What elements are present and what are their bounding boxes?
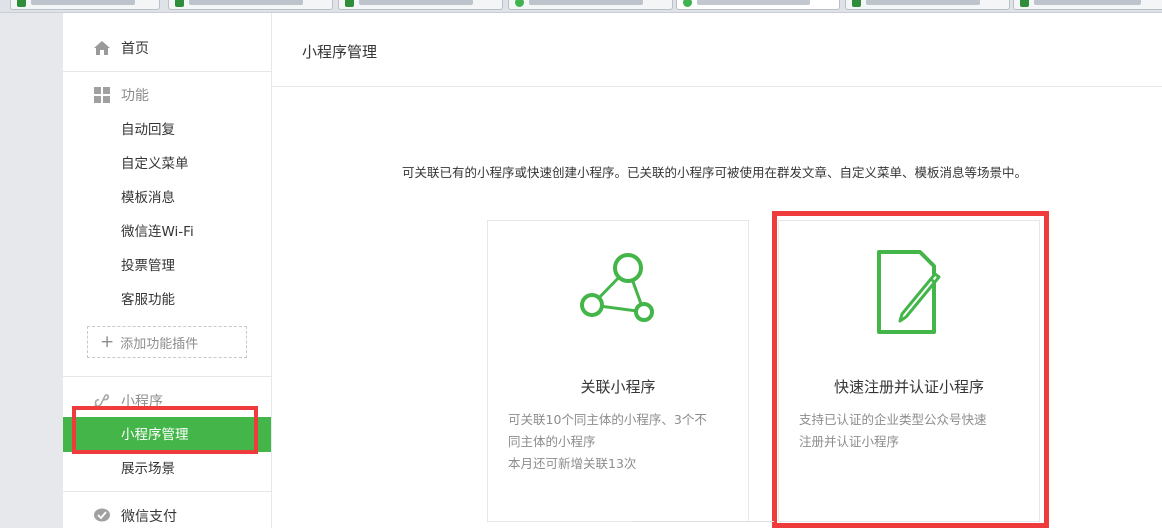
grid-icon xyxy=(94,87,110,103)
card-title: 关联小程序 xyxy=(580,378,656,396)
plus-icon: + xyxy=(100,331,115,352)
home-icon xyxy=(94,41,110,55)
title-divider xyxy=(272,86,1162,87)
page-title: 小程序管理 xyxy=(302,43,378,61)
browser-tab[interactable] xyxy=(338,0,503,10)
link-miniprogram-card[interactable]: 关联小程序 可关联10个同主体的小程序、3个不 同主体的小程序 本月还可新增关联… xyxy=(487,220,749,522)
sidebar-item-customer-service[interactable]: 客服功能 xyxy=(121,290,175,310)
add-plugin-button[interactable]: + 添加功能插件 xyxy=(87,326,247,358)
card-description-line: 可关联10个同主体的小程序、3个不 xyxy=(508,412,707,427)
sidebar-item-custom-menu[interactable]: 自定义菜单 xyxy=(121,154,189,174)
sidebar-features-label: 功能 xyxy=(121,88,149,104)
add-plugin-label: 添加功能插件 xyxy=(120,336,199,352)
sidebar-item-auto-reply[interactable]: 自动回复 xyxy=(121,120,175,140)
page-description: 可关联已有的小程序或快速创建小程序。已关联的小程序可被使用在群发文章、自定义菜单… xyxy=(402,165,1028,180)
network-link-icon xyxy=(580,253,654,322)
sidebar-item-wechat-pay[interactable]: 微信支付 xyxy=(93,506,177,526)
browser-tab-active[interactable] xyxy=(676,0,840,10)
page-left-gutter xyxy=(0,13,63,528)
annotation-highlight-card xyxy=(772,211,1049,528)
wechat-favicon-icon xyxy=(683,0,692,7)
sidebar-divider xyxy=(63,376,271,377)
tab-favicon-icon xyxy=(345,0,354,7)
sidebar-section-features: 功能 xyxy=(93,85,149,105)
sidebar-item-wechat-wifi[interactable]: 微信连Wi-Fi xyxy=(121,222,194,242)
divider-line xyxy=(632,521,774,522)
tab-favicon-icon xyxy=(175,0,184,7)
sidebar-divider xyxy=(63,491,271,492)
browser-tab[interactable] xyxy=(845,0,1010,10)
sidebar-item-vote-manage[interactable]: 投票管理 xyxy=(121,256,175,276)
tab-favicon-icon xyxy=(17,0,26,7)
wechat-pay-icon xyxy=(94,508,110,522)
sidebar-pay-label: 微信支付 xyxy=(121,509,177,525)
tab-favicon-icon xyxy=(852,0,861,7)
sidebar-home-label: 首页 xyxy=(121,41,149,57)
card-description-line: 本月还可新增关联13次 xyxy=(508,456,637,471)
sidebar-item-template-message[interactable]: 模板消息 xyxy=(121,188,175,208)
browser-tab[interactable] xyxy=(168,0,333,10)
card-description: 可关联10个同主体的小程序、3个不 同主体的小程序 本月还可新增关联13次 xyxy=(508,409,734,475)
card-description-line: 同主体的小程序 xyxy=(508,434,596,449)
browser-tab-strip xyxy=(0,0,1162,13)
browser-tab[interactable] xyxy=(508,0,673,10)
browser-tab[interactable] xyxy=(1013,0,1162,10)
tab-favicon-icon xyxy=(1020,0,1029,7)
browser-tab[interactable] xyxy=(10,0,160,10)
wechat-favicon-icon xyxy=(515,0,524,7)
annotation-highlight-sidebar xyxy=(72,406,258,454)
sidebar-item-home[interactable]: 首页 xyxy=(93,38,149,58)
sidebar-item-display-scene[interactable]: 展示场景 xyxy=(121,459,175,479)
sidebar-divider xyxy=(63,71,271,72)
